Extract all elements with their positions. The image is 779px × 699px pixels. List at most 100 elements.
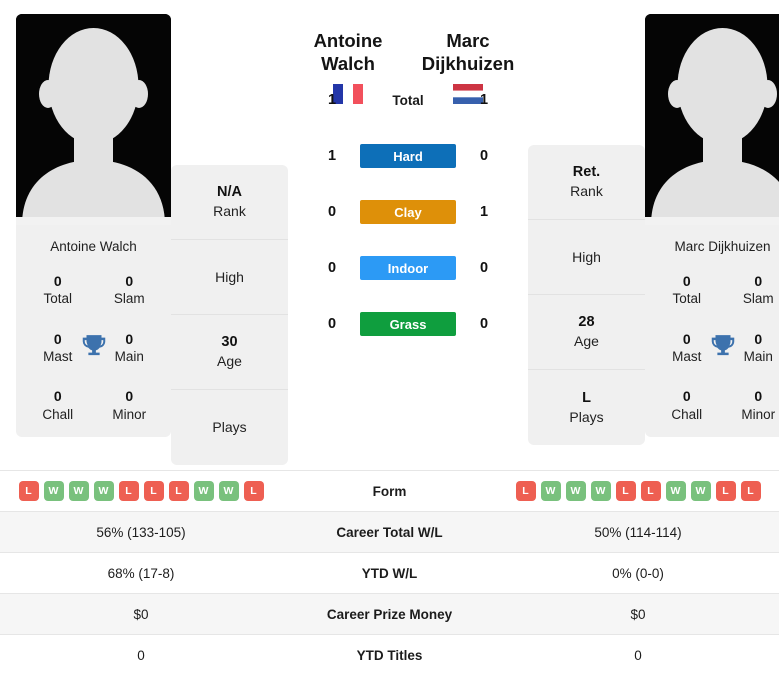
left-stat-rank-value: N/A bbox=[217, 184, 242, 201]
right-player-photo bbox=[645, 14, 779, 225]
left-stat-age: 30 Age bbox=[171, 315, 288, 390]
trophy-icon bbox=[82, 335, 105, 356]
surface-breakdown-list: 1 Total 1 1 Hard 0 0 Clay 1 0 Indoor 0 0… bbox=[288, 72, 528, 352]
right-career-prize-money: $0 bbox=[630, 606, 646, 622]
right-form-badge-6: L bbox=[640, 481, 661, 501]
player-comparison-page: Antoine Walch 0 Total 0 Slam 0 Mast 0 Ma… bbox=[0, 0, 779, 699]
right-player-titles-card: Marc Dijkhuizen 0 Total 0 Slam 0 Mast 0 … bbox=[645, 225, 779, 438]
left-form-badge-8: W bbox=[193, 481, 214, 501]
left-form-badge-4: W bbox=[93, 481, 114, 501]
h2h-row-indoor: 0 Indoor 0 bbox=[288, 240, 528, 296]
h2h-indoor-left-score: 0 bbox=[327, 260, 337, 277]
right-form-strip: LWWWLLWWLL bbox=[497, 481, 779, 501]
left-player-titles-card: Antoine Walch 0 Total 0 Slam 0 Mast 0 Ma… bbox=[16, 225, 171, 438]
right-stat-high: High bbox=[528, 220, 645, 295]
left-titles-slam: 0 Slam bbox=[94, 272, 166, 308]
h2h-row-clay: 0 Clay 1 bbox=[288, 184, 528, 240]
right-career-total-wl: 50% (114-114) bbox=[594, 524, 682, 540]
left-ytd-titles: 0 bbox=[137, 647, 145, 663]
right-form-badge-10: L bbox=[740, 481, 761, 501]
right-titles-slam-value: 0 bbox=[754, 272, 763, 289]
right-stat-plays-value: L bbox=[582, 389, 591, 406]
left-titles-slam-value: 0 bbox=[125, 272, 134, 289]
right-stat-rank-value: Ret. bbox=[572, 164, 601, 181]
left-form-badge-7: L bbox=[168, 481, 189, 501]
left-form-badge-5: L bbox=[118, 481, 139, 501]
right-titles-total: 0 Total bbox=[651, 272, 723, 308]
row-label-ytd-wl: YTD W/L bbox=[361, 565, 418, 581]
surface-badge-indoor[interactable]: Indoor bbox=[360, 256, 456, 281]
h2h-clay-left-score: 0 bbox=[327, 204, 337, 221]
left-career-total-wl: 56% (133-105) bbox=[96, 524, 186, 540]
h2h-grass-left-score: 0 bbox=[327, 316, 337, 333]
h2h-grass-right-score: 0 bbox=[479, 316, 489, 333]
left-stat-age-value: 30 bbox=[221, 334, 238, 351]
h2h-total-label: Total bbox=[392, 92, 424, 108]
right-form-cell: LWWWLLWWLL bbox=[497, 471, 779, 512]
h2h-total-right-score: 1 bbox=[479, 92, 489, 109]
left-titles-slam-label: Slam bbox=[113, 291, 145, 307]
left-ytd-wl: 68% (17-8) bbox=[107, 565, 175, 581]
left-stat-plays-label: Plays bbox=[212, 419, 247, 436]
right-stat-plays-label: Plays bbox=[569, 408, 604, 425]
right-form-badge-2: W bbox=[540, 481, 561, 501]
left-titles-chall-label: Chall bbox=[42, 406, 74, 422]
left-career-prize-money: $0 bbox=[133, 606, 149, 622]
left-form-badge-1: L bbox=[18, 481, 39, 501]
left-player-photo bbox=[16, 14, 171, 225]
right-form-badge-1: L bbox=[515, 481, 536, 501]
right-titles-total-value: 0 bbox=[682, 272, 691, 289]
left-titles-chall: 0 Chall bbox=[22, 387, 94, 423]
table-row-career-total-wl: 56% (133-105) Career Total W/L 50% (114-… bbox=[0, 511, 779, 553]
right-form-badge-4: W bbox=[590, 481, 611, 501]
h2h-clay-right-score: 1 bbox=[479, 204, 489, 221]
h2h-row-total: 1 Total 1 bbox=[288, 72, 528, 128]
player-stats-comparison-table: LWWWLLLWWL Form LWWWLLWWLL 56% (133-105)… bbox=[0, 470, 779, 676]
left-stat-plays: Plays bbox=[171, 390, 288, 465]
right-ytd-titles: 0 bbox=[634, 647, 642, 663]
h2h-hard-right-score: 0 bbox=[479, 148, 489, 165]
left-stat-rank-label: Rank bbox=[213, 203, 246, 220]
surface-badge-hard[interactable]: Hard bbox=[360, 144, 456, 169]
right-player-stat-stack-column: Ret. Rank High 28 Age L Plays bbox=[528, 145, 645, 445]
right-stat-rank-label: Rank bbox=[570, 183, 603, 200]
table-row-career-prize-money: $0 Career Prize Money $0 bbox=[0, 593, 779, 635]
left-titles-total: 0 Total bbox=[22, 272, 94, 308]
right-player-titles-grid: 0 Total 0 Slam 0 Mast 0 Main 0 Chall 0 M… bbox=[645, 272, 779, 423]
table-row-ytd-wl: 68% (17-8) YTD W/L 0% (0-0) bbox=[0, 552, 779, 594]
right-stat-age: 28 Age bbox=[528, 295, 645, 370]
right-form-badge-9: L bbox=[715, 481, 736, 501]
left-stat-high-label: High bbox=[215, 268, 244, 285]
right-titles-slam-label: Slam bbox=[742, 291, 774, 307]
surface-badge-grass[interactable]: Grass bbox=[360, 312, 456, 337]
left-player-first-name: Antoine bbox=[313, 30, 383, 51]
right-form-badge-7: W bbox=[665, 481, 686, 501]
row-label-ytd-titles: YTD Titles bbox=[356, 647, 423, 663]
right-player-stat-stack: Ret. Rank High 28 Age L Plays bbox=[528, 145, 645, 445]
left-titles-total-value: 0 bbox=[53, 272, 62, 289]
right-stat-rank: Ret. Rank bbox=[528, 145, 645, 220]
right-stat-plays: L Plays bbox=[528, 370, 645, 445]
head-to-head-column: Antoine Walch Marc Dijkhuizen 1 Total 1 … bbox=[288, 14, 528, 352]
right-titles-minor-label: Minor bbox=[741, 406, 776, 422]
left-form-cell: LWWWLLLWWL bbox=[0, 471, 282, 512]
left-form-badge-10: L bbox=[243, 481, 264, 501]
right-titles-chall-value: 0 bbox=[682, 388, 691, 405]
left-player-name-caption: Antoine Walch bbox=[50, 239, 137, 254]
row-label-career-prize-money: Career Prize Money bbox=[326, 606, 453, 622]
left-player-stat-stack: N/A Rank High 30 Age Plays bbox=[171, 165, 288, 465]
table-row-form: LWWWLLLWWL Form LWWWLLWWLL bbox=[0, 470, 779, 512]
left-form-strip: LWWWLLLWWL bbox=[0, 481, 282, 501]
left-form-badge-6: L bbox=[143, 481, 164, 501]
left-player-stat-stack-column: N/A Rank High 30 Age Plays bbox=[171, 165, 288, 465]
surface-badge-clay[interactable]: Clay bbox=[360, 200, 456, 225]
left-form-badge-9: W bbox=[218, 481, 239, 501]
right-player-photo-column: Marc Dijkhuizen 0 Total 0 Slam 0 Mast 0 … bbox=[645, 14, 779, 438]
h2h-total-left-score: 1 bbox=[327, 92, 337, 109]
right-titles-minor-value: 0 bbox=[754, 388, 763, 405]
right-titles-chall-label: Chall bbox=[671, 406, 703, 422]
left-stat-age-label: Age bbox=[217, 353, 242, 370]
right-form-badge-8: W bbox=[690, 481, 711, 501]
right-titles-minor: 0 Minor bbox=[723, 387, 779, 423]
right-stat-high-label: High bbox=[572, 248, 601, 265]
